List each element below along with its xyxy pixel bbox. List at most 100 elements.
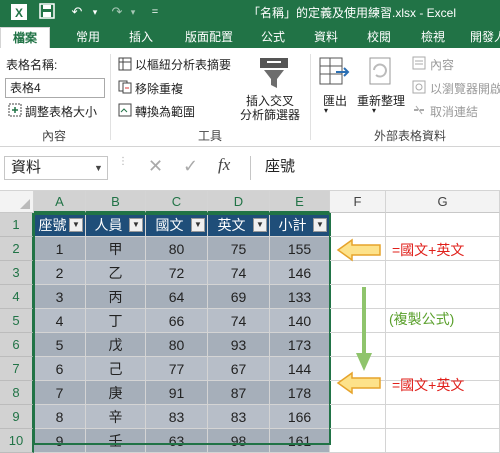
cancel-icon[interactable]: ✕ [148, 156, 163, 177]
table-cell[interactable]: 80 [146, 237, 208, 261]
table-cell[interactable]: 155 [270, 237, 330, 261]
insert-function-icon[interactable]: fx [218, 155, 230, 175]
table-cell[interactable]: 丁 [86, 309, 146, 333]
filter-dropdown-icon[interactable]: ▼ [129, 218, 143, 232]
table-cell[interactable]: 74 [208, 261, 270, 285]
table-cell[interactable]: 1 [34, 237, 86, 261]
row-header-1[interactable]: 1 [0, 213, 34, 237]
row-header-3[interactable]: 3 [0, 261, 34, 285]
refresh-button[interactable]: 重新整理 [357, 92, 405, 109]
filter-dropdown-icon[interactable]: ▼ [69, 218, 83, 232]
redo-dropdown-icon[interactable]: ▾ [124, 3, 142, 21]
name-box-dropdown-icon[interactable]: ▼ [94, 156, 108, 180]
summarize-pivot-button[interactable]: 以樞紐分析表摘要 [135, 56, 231, 73]
enter-icon[interactable]: ✓ [183, 156, 198, 177]
table-cell[interactable]: 9 [34, 429, 86, 453]
table-cell[interactable]: 91 [146, 381, 208, 405]
table-cell[interactable]: 己 [86, 357, 146, 381]
table-cell[interactable]: 140 [270, 309, 330, 333]
column-header-f[interactable]: F [330, 191, 386, 213]
name-box[interactable]: 資料 [4, 156, 108, 180]
table-cell[interactable]: 83 [208, 405, 270, 429]
table-cell[interactable]: 67 [208, 357, 270, 381]
empty-cell[interactable] [386, 285, 500, 309]
export-dropdown-icon[interactable]: ▾ [324, 106, 328, 115]
insert-slicer-label-2[interactable]: 分析篩選器 [240, 106, 300, 123]
empty-cell[interactable] [330, 405, 386, 429]
table-cell[interactable]: 甲 [86, 237, 146, 261]
empty-cell[interactable] [386, 405, 500, 429]
tab-view[interactable]: 檢視 [411, 27, 455, 48]
filter-dropdown-icon[interactable]: ▼ [253, 218, 267, 232]
table-header-cell[interactable]: 人員 ▼ [86, 213, 146, 237]
refresh-dropdown-icon[interactable]: ▾ [372, 106, 376, 115]
tab-review[interactable]: 校閱 [357, 27, 401, 48]
table-cell[interactable]: 173 [270, 333, 330, 357]
table-cell[interactable]: 5 [34, 333, 86, 357]
worksheet-grid[interactable]: A B C D E F G 1 2 3 4 5 6 7 8 9 10 座號 ▼ 人員 ▼ 國文 ▼ 英文 ▼ 小計… [0, 191, 500, 453]
table-header-cell[interactable]: 小計 ▼ [270, 213, 330, 237]
column-header-e[interactable]: E [270, 191, 330, 213]
column-header-a[interactable]: A [34, 191, 86, 213]
table-cell[interactable]: 8 [34, 405, 86, 429]
table-cell[interactable]: 7 [34, 381, 86, 405]
table-cell[interactable]: 66 [146, 309, 208, 333]
table-cell[interactable]: 69 [208, 285, 270, 309]
table-cell[interactable]: 144 [270, 357, 330, 381]
table-cell[interactable]: 146 [270, 261, 330, 285]
tab-home[interactable]: 常用 [64, 27, 112, 48]
column-header-c[interactable]: C [146, 191, 208, 213]
table-header-cell[interactable]: 國文 ▼ [146, 213, 208, 237]
row-header-9[interactable]: 9 [0, 405, 34, 429]
properties-button[interactable]: 內容 [430, 56, 454, 73]
table-header-cell[interactable]: 座號 ▼ [34, 213, 86, 237]
tab-file[interactable]: 檔案 [0, 27, 50, 48]
row-header-7[interactable]: 7 [0, 357, 34, 381]
table-cell[interactable]: 77 [146, 357, 208, 381]
row-header-6[interactable]: 6 [0, 333, 34, 357]
table-header-cell[interactable]: 英文 ▼ [208, 213, 270, 237]
tab-data[interactable]: 資料 [304, 27, 348, 48]
row-header-8[interactable]: 8 [0, 381, 34, 405]
table-cell[interactable]: 74 [208, 309, 270, 333]
table-cell[interactable]: 133 [270, 285, 330, 309]
table-cell[interactable]: 178 [270, 381, 330, 405]
formula-input[interactable]: 座號 [250, 156, 500, 180]
tab-page-layout[interactable]: 版面配置 [174, 27, 244, 48]
table-cell[interactable]: 4 [34, 309, 86, 333]
table-cell[interactable]: 72 [146, 261, 208, 285]
empty-cell[interactable] [386, 429, 500, 453]
tab-formulas[interactable]: 公式 [251, 27, 295, 48]
empty-cell[interactable] [386, 261, 500, 285]
row-header-5[interactable]: 5 [0, 309, 34, 333]
table-cell[interactable]: 2 [34, 261, 86, 285]
table-cell[interactable]: 63 [146, 429, 208, 453]
table-cell[interactable]: 辛 [86, 405, 146, 429]
tab-insert[interactable]: 插入 [117, 27, 165, 48]
table-cell[interactable]: 丙 [86, 285, 146, 309]
save-icon[interactable] [38, 3, 56, 21]
row-header-10[interactable]: 10 [0, 429, 34, 453]
table-cell[interactable]: 161 [270, 429, 330, 453]
undo-icon[interactable]: ↶ [68, 3, 86, 21]
table-cell[interactable]: 75 [208, 237, 270, 261]
empty-cell[interactable] [330, 213, 386, 237]
row-header-2[interactable]: 2 [0, 237, 34, 261]
table-cell[interactable]: 64 [146, 285, 208, 309]
filter-dropdown-icon[interactable]: ▼ [313, 218, 327, 232]
table-cell[interactable]: 戊 [86, 333, 146, 357]
open-in-browser-button[interactable]: 以瀏覽器開啟 [430, 80, 500, 97]
empty-cell[interactable] [330, 429, 386, 453]
unlink-button[interactable]: 取消連結 [430, 103, 478, 120]
customize-toolbar-icon[interactable]: = [146, 3, 164, 21]
table-cell[interactable]: 3 [34, 285, 86, 309]
table-cell[interactable]: 庚 [86, 381, 146, 405]
table-cell[interactable]: 93 [208, 333, 270, 357]
table-name-input[interactable]: 表格4 [5, 78, 105, 98]
tab-developer[interactable]: 開發人 [463, 27, 500, 48]
select-all-corner[interactable] [0, 191, 34, 213]
table-cell[interactable]: 87 [208, 381, 270, 405]
table-cell[interactable]: 80 [146, 333, 208, 357]
filter-dropdown-icon[interactable]: ▼ [191, 218, 205, 232]
undo-dropdown-icon[interactable]: ▾ [86, 3, 104, 21]
